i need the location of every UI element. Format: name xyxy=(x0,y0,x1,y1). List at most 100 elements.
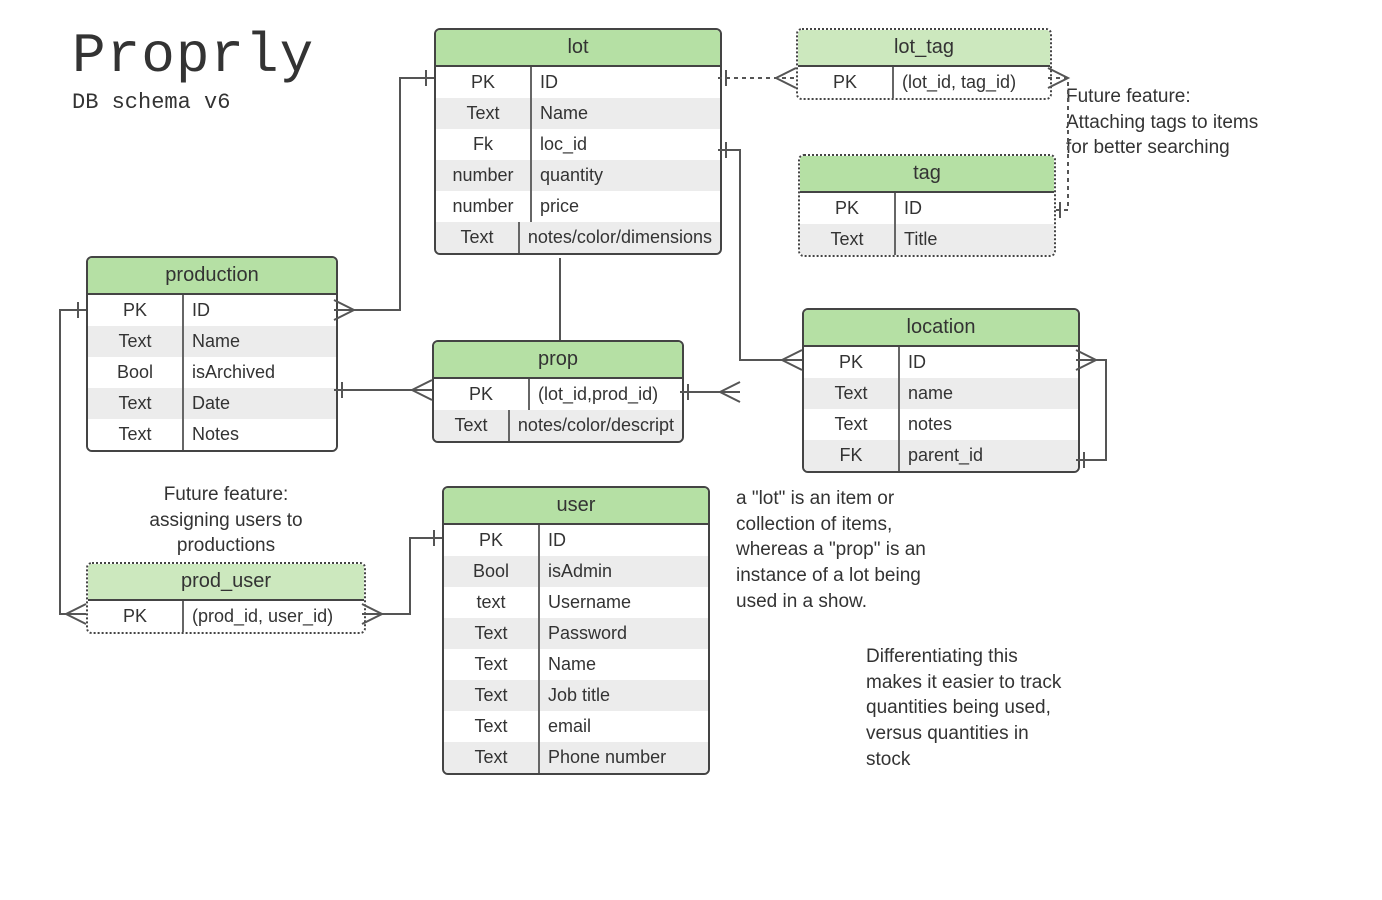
table-row: TextName xyxy=(436,98,720,129)
table-row: BoolisAdmin xyxy=(444,556,708,587)
column-type: PK xyxy=(804,347,900,378)
column-name: Date xyxy=(184,388,336,419)
table-row: PKID xyxy=(444,525,708,556)
column-name: ID xyxy=(184,295,336,326)
subtitle-text: DB schema v6 xyxy=(72,90,314,115)
note-tags-future: Future feature:Attaching tags to itemsfo… xyxy=(1066,84,1258,161)
table-row: TextPhone number xyxy=(444,742,708,773)
entity-prop-rows: PK(lot_id,prod_id)Textnotes/color/descri… xyxy=(434,379,682,441)
column-type: Text xyxy=(804,378,900,409)
entity-prod-user: prod_user PK(prod_id, user_id) xyxy=(86,562,366,634)
column-type: PK xyxy=(798,67,894,98)
entity-production-rows: PKIDTextNameBoolisArchivedTextDateTextNo… xyxy=(88,295,336,450)
table-row: TextDate xyxy=(88,388,336,419)
column-type: number xyxy=(436,191,532,222)
column-name: name xyxy=(900,378,1078,409)
entity-location-header: location xyxy=(804,310,1078,347)
entity-location: location PKIDTextnameTextnotesFKparent_i… xyxy=(802,308,1080,473)
entity-prop: prop PK(lot_id,prod_id)Textnotes/color/d… xyxy=(432,340,684,443)
entity-tag-rows: PKIDTextTitle xyxy=(800,193,1054,255)
column-type: FK xyxy=(804,440,900,471)
entity-user-rows: PKIDBoolisAdmintextUsernameTextPasswordT… xyxy=(444,525,708,773)
column-type: Text xyxy=(444,618,540,649)
entity-tag: tag PKIDTextTitle xyxy=(798,154,1056,257)
column-name: Name xyxy=(540,649,708,680)
entity-prod-user-header: prod_user xyxy=(88,564,364,601)
table-row: TextNotes xyxy=(88,419,336,450)
table-row: Textnotes xyxy=(804,409,1078,440)
table-row: numberquantity xyxy=(436,160,720,191)
table-row: Textname xyxy=(804,378,1078,409)
diagram-canvas: Proprly DB schema v6 lot PKIDTextNameFkl… xyxy=(0,0,1382,900)
entity-lot-rows: PKIDTextNameFkloc_idnumberquantitynumber… xyxy=(436,67,720,253)
entity-lot-tag: lot_tag PK(lot_id, tag_id) xyxy=(796,28,1052,100)
column-type: Text xyxy=(88,326,184,357)
table-row: FKparent_id xyxy=(804,440,1078,471)
column-type: PK xyxy=(434,379,530,410)
table-row: PK(lot_id, tag_id) xyxy=(798,67,1050,98)
table-row: TextJob title xyxy=(444,680,708,711)
table-row: PK(lot_id,prod_id) xyxy=(434,379,682,410)
table-row: Textnotes/color/dimensions xyxy=(436,222,720,253)
column-name: loc_id xyxy=(532,129,720,160)
table-row: TextPassword xyxy=(444,618,708,649)
column-type: number xyxy=(436,160,532,191)
table-row: BoolisArchived xyxy=(88,357,336,388)
table-row: Textemail xyxy=(444,711,708,742)
column-name: (lot_id, tag_id) xyxy=(894,67,1050,98)
column-type: text xyxy=(444,587,540,618)
entity-prod-user-rows: PK(prod_id, user_id) xyxy=(88,601,364,632)
table-row: PKID xyxy=(436,67,720,98)
column-type: Text xyxy=(444,680,540,711)
column-type: PK xyxy=(88,601,184,632)
note-diff-desc: Differentiating thismakes it easier to t… xyxy=(866,644,1061,772)
column-name: notes xyxy=(900,409,1078,440)
table-row: Textnotes/color/descript xyxy=(434,410,682,441)
note-lot-desc: a "lot" is an item orcollection of items… xyxy=(736,486,926,614)
entity-tag-header: tag xyxy=(800,156,1054,193)
entity-location-rows: PKIDTextnameTextnotesFKparent_id xyxy=(804,347,1078,471)
column-type: Text xyxy=(88,419,184,450)
column-name: Name xyxy=(184,326,336,357)
table-row: TextName xyxy=(444,649,708,680)
entity-prop-header: prop xyxy=(434,342,682,379)
column-name: isArchived xyxy=(184,357,336,388)
column-type: Text xyxy=(436,98,532,129)
table-row: textUsername xyxy=(444,587,708,618)
entity-production: production PKIDTextNameBoolisArchivedTex… xyxy=(86,256,338,452)
column-name: Name xyxy=(532,98,720,129)
column-name: ID xyxy=(896,193,1054,224)
column-type: PK xyxy=(436,67,532,98)
column-name: (lot_id,prod_id) xyxy=(530,379,682,410)
entity-lot-tag-header: lot_tag xyxy=(798,30,1050,67)
column-type: Text xyxy=(444,649,540,680)
entity-user: user PKIDBoolisAdmintextUsernameTextPass… xyxy=(442,486,710,775)
table-row: TextName xyxy=(88,326,336,357)
column-name: isAdmin xyxy=(540,556,708,587)
column-name: Username xyxy=(540,587,708,618)
column-type: Text xyxy=(800,224,896,255)
column-type: Fk xyxy=(436,129,532,160)
table-row: numberprice xyxy=(436,191,720,222)
entity-production-header: production xyxy=(88,258,336,295)
table-row: PKID xyxy=(800,193,1054,224)
column-name: ID xyxy=(900,347,1078,378)
column-name: notes/color/descript xyxy=(510,410,682,441)
table-row: PKID xyxy=(88,295,336,326)
table-row: Fkloc_id xyxy=(436,129,720,160)
entity-user-header: user xyxy=(444,488,708,525)
column-type: PK xyxy=(800,193,896,224)
column-name: Notes xyxy=(184,419,336,450)
column-type: Text xyxy=(444,742,540,773)
column-type: Text xyxy=(444,711,540,742)
column-name: email xyxy=(540,711,708,742)
entity-lot-tag-rows: PK(lot_id, tag_id) xyxy=(798,67,1050,98)
column-name: Password xyxy=(540,618,708,649)
column-type: PK xyxy=(444,525,540,556)
column-type: PK xyxy=(88,295,184,326)
column-name: Title xyxy=(896,224,1054,255)
column-type: Bool xyxy=(444,556,540,587)
column-type: Text xyxy=(436,222,520,253)
column-type: Text xyxy=(434,410,510,441)
note-users-future: Future feature:assigning users toproduct… xyxy=(126,482,326,559)
